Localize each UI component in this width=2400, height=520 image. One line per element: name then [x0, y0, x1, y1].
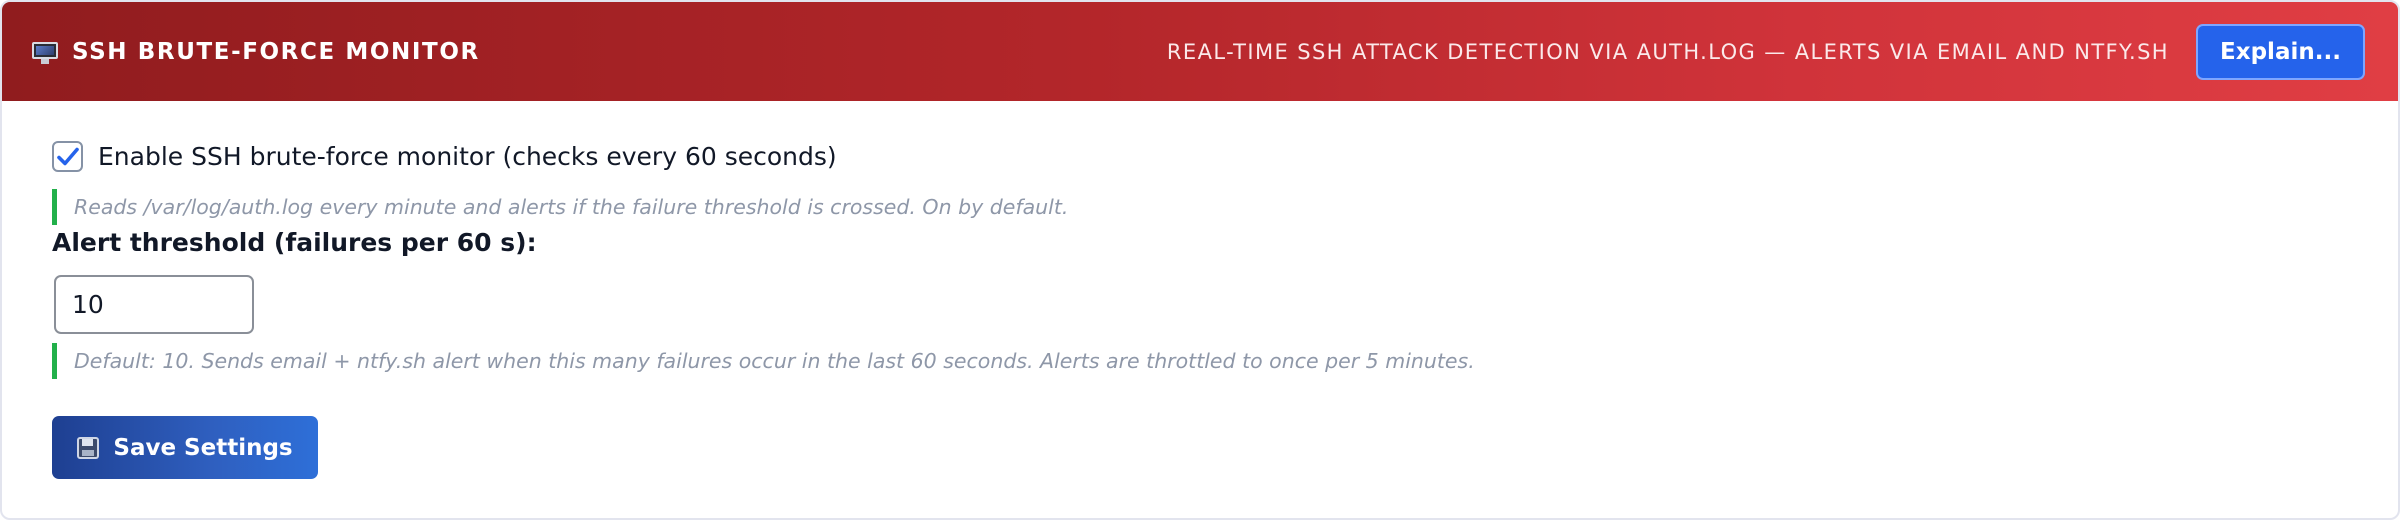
- header-right-group: REAL-TIME SSH ATTACK DETECTION VIA AUTH.…: [1167, 2, 2365, 101]
- enable-monitor-checkbox[interactable]: [52, 141, 83, 172]
- panel-title: SSH BRUTE-FORCE MONITOR: [72, 38, 480, 65]
- panel-header: SSH BRUTE-FORCE MONITOR REAL-TIME SSH AT…: [2, 2, 2398, 101]
- monitor-hint: Reads /var/log/auth.log every minute and…: [52, 189, 1068, 225]
- panel-subtitle: REAL-TIME SSH ATTACK DETECTION VIA AUTH.…: [1166, 39, 2169, 64]
- checkmark-icon: [56, 147, 79, 165]
- enable-monitor-label[interactable]: Enable SSH brute-force monitor (checks e…: [98, 142, 837, 171]
- monitor-icon: [32, 41, 58, 64]
- floppy-disk-icon: [77, 436, 100, 459]
- threshold-hint: Default: 10. Sends email + ntfy.sh alert…: [52, 343, 1475, 379]
- save-settings-label: Save Settings: [113, 434, 293, 461]
- save-settings-button[interactable]: Save Settings: [52, 416, 318, 479]
- header-title-group: SSH BRUTE-FORCE MONITOR: [32, 2, 480, 101]
- threshold-input[interactable]: [54, 275, 254, 334]
- explain-button[interactable]: Explain...: [2196, 23, 2365, 80]
- threshold-label: Alert threshold (failures per 60 s):: [52, 228, 537, 257]
- ssh-monitor-panel: SSH BRUTE-FORCE MONITOR REAL-TIME SSH AT…: [0, 0, 2400, 520]
- enable-monitor-row[interactable]: Enable SSH brute-force monitor (checks e…: [52, 141, 837, 172]
